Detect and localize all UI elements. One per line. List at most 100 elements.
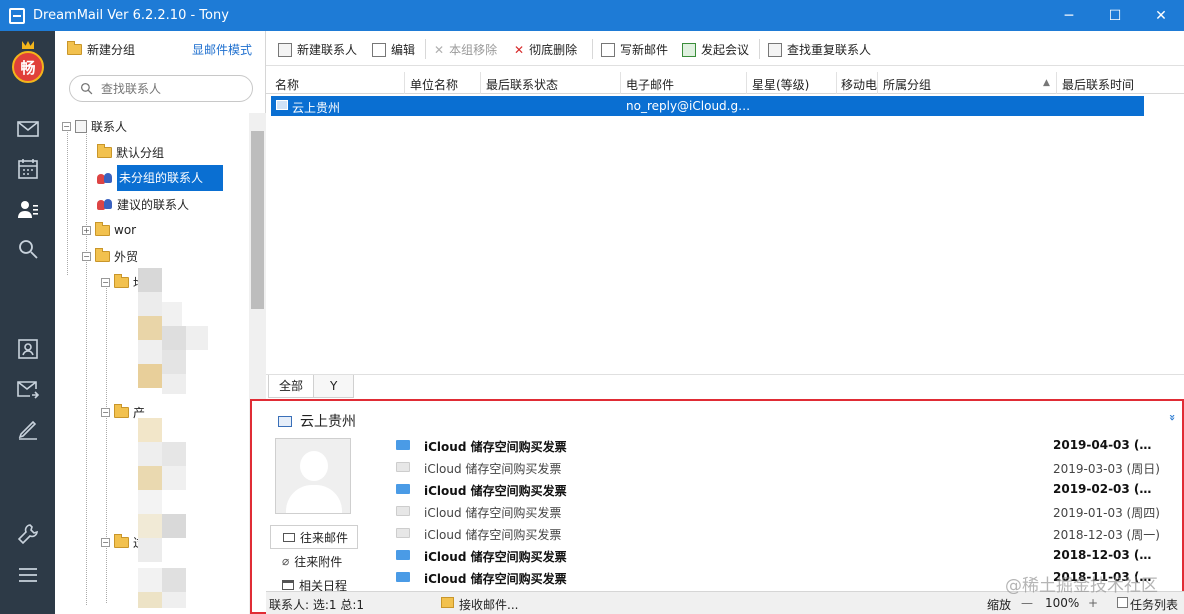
tab-related-attachments[interactable]: ⌀ 往来附件 — [270, 549, 358, 573]
column-header-email[interactable]: 电子邮件 — [626, 76, 674, 93]
status-contact-count: 联系人: 选:1 总:1 — [269, 598, 365, 612]
tab-y[interactable]: Y — [313, 375, 355, 398]
menu-icon[interactable] — [14, 561, 42, 589]
mail-row[interactable]: iCloud 储存空间购买发票 2019-04-03 (… — [396, 435, 1166, 457]
new-contact-button[interactable]: 新建联系人 — [278, 41, 357, 58]
meeting-button[interactable]: 发起会议 — [682, 41, 749, 58]
column-header-name[interactable]: 名称 — [275, 76, 299, 93]
contact-search[interactable] — [69, 75, 253, 102]
toolbar-separator — [425, 39, 426, 59]
tree-node-wor[interactable]: + wor — [82, 219, 136, 241]
address-book-icon — [75, 119, 87, 133]
column-header-stars[interactable]: 星星(等级) — [752, 76, 809, 93]
tree-node-default-group[interactable]: 默认分组 — [97, 141, 164, 163]
mail-row[interactable]: iCloud 储存空间购买发票 2019-03-03 (周日) — [396, 457, 1166, 479]
contact-search-input[interactable] — [101, 81, 241, 96]
collapse-icon[interactable]: − — [82, 251, 91, 261]
details-contact-name: 云上贵州 — [300, 414, 356, 430]
column-header-group[interactable]: 所属分组 — [883, 76, 931, 93]
toolbar-separator — [759, 39, 760, 59]
mail-icon[interactable] — [14, 115, 42, 143]
folder-icon — [114, 533, 129, 548]
collapse-icon[interactable]: − — [101, 537, 110, 547]
mail-row[interactable]: iCloud 储存空间购买发票 2019-01-03 (周四) — [396, 501, 1166, 523]
delete-icon: ✕ — [514, 42, 525, 57]
task-list-checkbox[interactable] — [1117, 597, 1128, 608]
column-header-last-time[interactable]: 最后联系时间 — [1062, 76, 1134, 93]
collapse-panel-icon[interactable]: » — [1166, 414, 1179, 421]
tree-node-trade[interactable]: − 外贸 — [82, 245, 138, 267]
tree-line — [67, 125, 68, 275]
unread-mail-icon — [396, 550, 410, 560]
cell-name: 云上贵州 — [292, 101, 341, 115]
close-button[interactable]: ✕ — [1138, 0, 1184, 31]
zoom-label: 缩放 — [987, 598, 1012, 612]
status-receiving: 接收邮件... — [459, 598, 519, 612]
tree-node-ungrouped[interactable]: 未分组的联系人 — [97, 165, 224, 191]
remove-from-group-button[interactable]: ✕ 本组移除 — [434, 41, 497, 58]
tab-all[interactable]: 全部 — [268, 375, 315, 398]
folder-icon — [114, 403, 129, 418]
table-row[interactable]: 云上贵州 no_reply@iCloud.g… — [271, 96, 1144, 116]
tree-scrollbar-thumb[interactable] — [251, 131, 264, 309]
maximize-button[interactable]: ☐ — [1092, 0, 1138, 31]
find-duplicates-icon — [768, 42, 782, 57]
tree-node-root[interactable]: − 联系人 — [62, 115, 127, 137]
watermark: @稀土掘金技术社区 — [1005, 576, 1158, 596]
mail-row[interactable]: iCloud 储存空间购买发票 2018-12-03 (… — [396, 545, 1166, 567]
contacts-icon[interactable] — [14, 195, 42, 223]
left-nav: 畅 — [0, 31, 55, 614]
avatar — [275, 438, 351, 514]
logo: 畅 — [10, 41, 46, 83]
app-icon — [9, 7, 25, 24]
mail-row[interactable]: iCloud 储存空间购买发票 2018-12-03 (周一) — [396, 523, 1166, 545]
task-list-label: 任务列表 — [1130, 598, 1179, 612]
pen-icon[interactable] — [14, 415, 42, 443]
mail-row[interactable]: iCloud 储存空间购买发票 2019-02-03 (… — [396, 479, 1166, 501]
contact-card-icon[interactable] — [14, 335, 42, 363]
mail-mode-link[interactable]: 显邮件模式 — [192, 41, 252, 58]
remove-icon: ✕ — [434, 42, 445, 57]
new-group-label: 新建分组 — [87, 43, 136, 57]
contact-group-panel: 新建分组 显邮件模式 − 联系人 默认分组 未分组的联系人 建议的联系人 + — [55, 31, 266, 614]
zoom-out-button[interactable]: — — [1021, 596, 1033, 610]
find-duplicates-button[interactable]: 查找重复联系人 — [768, 41, 871, 58]
expand-icon[interactable]: + — [82, 225, 91, 235]
column-header-last-status[interactable]: 最后联系状态 — [486, 76, 558, 93]
new-contact-icon — [278, 42, 292, 57]
crown-icon — [22, 41, 34, 49]
people-icon — [97, 172, 113, 184]
tree-line — [86, 125, 87, 605]
zoom-in-button[interactable]: + — [1088, 596, 1098, 610]
unread-mail-icon — [396, 484, 410, 494]
column-divider — [836, 72, 837, 94]
main-toolbar: 新建联系人 编辑 ✕ 本组移除 ✕ 彻底删除 写新邮件 发起会议 查找重复联系人 — [266, 31, 1184, 66]
receive-mail-icon — [441, 597, 454, 608]
new-group-button[interactable]: 新建分组 — [67, 41, 135, 58]
minimize-button[interactable]: ─ — [1046, 0, 1092, 31]
collapse-icon[interactable]: − — [101, 277, 110, 287]
tree-node-suggested[interactable]: 建议的联系人 — [97, 193, 189, 215]
sort-ascending-icon: ▲ — [1043, 78, 1050, 88]
column-divider — [1056, 72, 1057, 94]
delete-button[interactable]: ✕ 彻底删除 — [514, 41, 577, 58]
envelope-icon — [283, 532, 295, 542]
redacted-area — [135, 268, 210, 608]
write-mail-icon — [601, 42, 615, 57]
column-header-company[interactable]: 单位名称 — [410, 76, 458, 93]
contact-card-icon — [276, 100, 288, 110]
unread-mail-icon — [396, 440, 410, 450]
edit-button[interactable]: 编辑 — [372, 41, 415, 58]
write-mail-button[interactable]: 写新邮件 — [601, 41, 668, 58]
collapse-icon[interactable]: − — [101, 407, 110, 417]
calendar-icon[interactable] — [14, 155, 42, 183]
toolbar-separator — [592, 39, 593, 59]
collapse-icon[interactable]: − — [62, 121, 71, 131]
wrench-icon[interactable] — [14, 520, 42, 548]
tab-related-mail[interactable]: 往来邮件 — [270, 525, 358, 549]
search-icon[interactable] — [14, 235, 42, 263]
column-header-mobile[interactable]: 移动电 — [841, 76, 877, 93]
send-mail-icon[interactable] — [14, 375, 42, 403]
cell-email: no_reply@iCloud.g… — [626, 99, 751, 113]
column-divider — [877, 72, 878, 94]
